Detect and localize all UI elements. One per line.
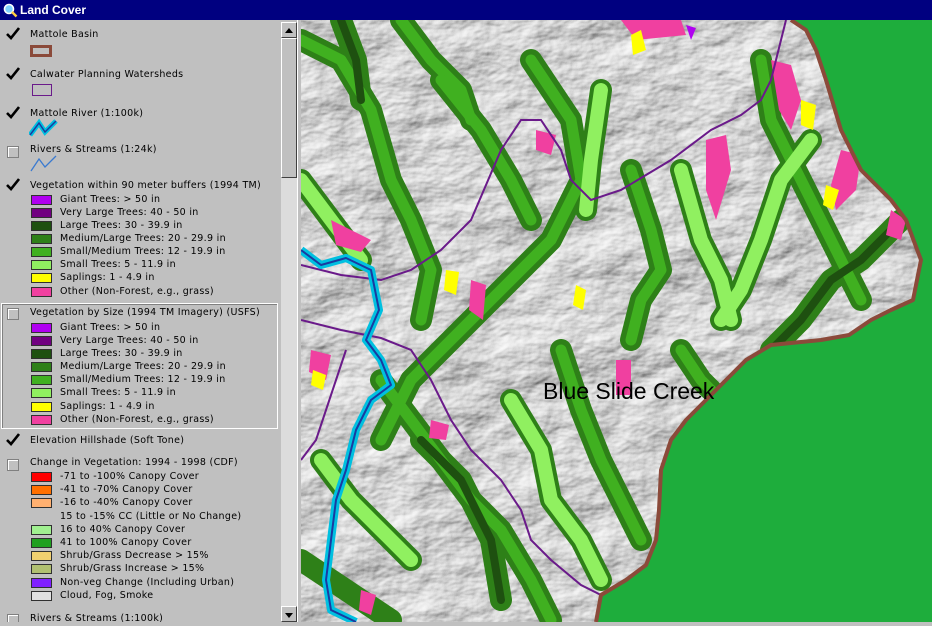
legend-class-label: Large Trees: 30 - 39.9 in: [60, 348, 183, 359]
creek-label: Blue Slide Creek: [543, 378, 715, 404]
checkmark-icon: [6, 106, 20, 119]
legend-class-label: Very Large Trees: 40 - 50 in: [60, 335, 199, 346]
layer-visibility-checkbox[interactable]: [7, 614, 19, 622]
legend-swatch: [31, 234, 52, 244]
layer-name[interactable]: Calwater Planning Watersheds: [30, 69, 183, 80]
legend-class-label: Shrub/Grass Decrease > 15%: [60, 550, 209, 561]
layer-visibility-checkbox[interactable]: [6, 433, 20, 447]
legend-swatch: [31, 323, 52, 333]
arrow-down-icon: [285, 613, 293, 618]
stream-line-symbol: [30, 155, 57, 172]
legend-swatch: [31, 208, 52, 218]
legend-swatch: [31, 415, 52, 425]
legend-class-label: -16 to -40% Canopy Cover: [60, 497, 193, 508]
legend-swatch: [31, 485, 52, 495]
legend-swatch: [31, 578, 52, 588]
legend-class-label: Medium/Large Trees: 20 - 29.9 in: [60, 361, 226, 372]
legend-swatch: [31, 591, 52, 601]
scroll-thumb[interactable]: [281, 38, 297, 178]
checkmark-icon: [6, 67, 20, 80]
legend-swatch: [31, 287, 52, 297]
legend-class-label: -41 to -70% Canopy Cover: [60, 484, 193, 495]
layer-visibility-checkbox[interactable]: [6, 106, 20, 120]
legend-swatch: [31, 525, 52, 535]
legend-class-label: Very Large Trees: 40 - 50 in: [60, 207, 199, 218]
layer-name[interactable]: Rivers & Streams (1:100k): [30, 613, 163, 622]
window-titlebar: Land Cover: [0, 0, 932, 20]
legend-class-label: 15 to -15% CC (Little or No Change): [60, 511, 242, 522]
layer-visibility-checkbox[interactable]: [6, 178, 20, 192]
checkmark-icon: [6, 27, 20, 40]
checkmark-icon: [6, 178, 20, 191]
layer-visibility-checkbox[interactable]: [6, 67, 20, 81]
legend-swatch: [31, 336, 52, 346]
scroll-down-button[interactable]: [281, 606, 297, 622]
legend-class-label: Other (Non-Forest, e.g., grass): [60, 286, 214, 297]
layer-visibility-checkbox[interactable]: [6, 27, 20, 41]
arrow-up-icon: [285, 28, 293, 33]
legend-class-label: Cloud, Fog, Smoke: [60, 590, 154, 601]
watershed-outline-symbol: [32, 84, 52, 96]
legend-swatch: [31, 221, 52, 231]
legend-swatch: [31, 402, 52, 412]
layer-visibility-checkbox[interactable]: [7, 459, 19, 471]
map-canvas: [301, 20, 932, 622]
magnifier-app-icon: [3, 3, 18, 18]
checkmark-icon: [6, 433, 20, 446]
legend-swatch: [31, 564, 52, 574]
legend-class-label: Saplings: 1 - 4.9 in: [60, 401, 155, 412]
layer-name[interactable]: Mattole Basin: [30, 29, 99, 40]
legend-class-label: 41 to 100% Canopy Cover: [60, 537, 192, 548]
layer-name[interactable]: Vegetation within 90 meter buffers (1994…: [30, 180, 261, 191]
layer-visibility-checkbox[interactable]: [7, 146, 19, 158]
legend-swatch: [31, 362, 52, 372]
legend-swatch: [31, 260, 52, 270]
table-of-contents: Mattole Basin Calwater Planning Watershe…: [0, 20, 280, 622]
layer-name[interactable]: Elevation Hillshade (Soft Tone): [30, 435, 184, 446]
legend-class-label: Other (Non-Forest, e.g., grass): [60, 414, 214, 425]
legend-swatch: [31, 349, 52, 359]
layer-name[interactable]: Change in Vegetation: 1994 - 1998 (CDF): [30, 457, 238, 468]
layer-name[interactable]: Vegetation by Size (1994 TM Imagery) (US…: [30, 307, 260, 318]
legend-class-label: Shrub/Grass Increase > 15%: [60, 563, 205, 574]
legend-swatch: [31, 247, 52, 257]
layer-visibility-checkbox[interactable]: [7, 308, 19, 320]
map-view[interactable]: Blue Slide Creek: [301, 20, 932, 622]
legend-class-label: Medium/Large Trees: 20 - 29.9 in: [60, 233, 226, 244]
legend-swatch: [31, 375, 52, 385]
legend-class-label: Giant Trees: > 50 in: [60, 322, 161, 333]
legend-swatch: [31, 498, 52, 508]
legend-class-label: Small Trees: 5 - 11.9 in: [60, 259, 176, 270]
legend-swatch: [31, 538, 52, 548]
legend-class-label: Non-veg Change (Including Urban): [60, 577, 235, 588]
legend-class-label: Large Trees: 30 - 39.9 in: [60, 220, 183, 231]
legend-swatch: [31, 472, 52, 482]
legend-class-label: Small/Medium Trees: 12 - 19.9 in: [60, 246, 226, 257]
legend-scrollbar[interactable]: [281, 22, 297, 622]
legend-swatch: [31, 273, 52, 283]
basin-outline-symbol: [30, 45, 52, 57]
legend-class-label: Saplings: 1 - 4.9 in: [60, 272, 155, 283]
window-title: Land Cover: [20, 3, 87, 17]
legend-swatch: [31, 388, 52, 398]
scroll-up-button[interactable]: [281, 22, 297, 38]
legend-class-label: -71 to -100% Canopy Cover: [60, 471, 199, 482]
legend-swatch: [31, 551, 52, 561]
legend-class-label: Giant Trees: > 50 in: [60, 194, 161, 205]
legend-class-label: Small Trees: 5 - 11.9 in: [60, 387, 176, 398]
legend-swatch: [31, 195, 52, 205]
river-line-symbol: [29, 118, 58, 137]
legend-class-label: 16 to 40% Canopy Cover: [60, 524, 186, 535]
legend-class-label: Small/Medium Trees: 12 - 19.9 in: [60, 374, 226, 385]
